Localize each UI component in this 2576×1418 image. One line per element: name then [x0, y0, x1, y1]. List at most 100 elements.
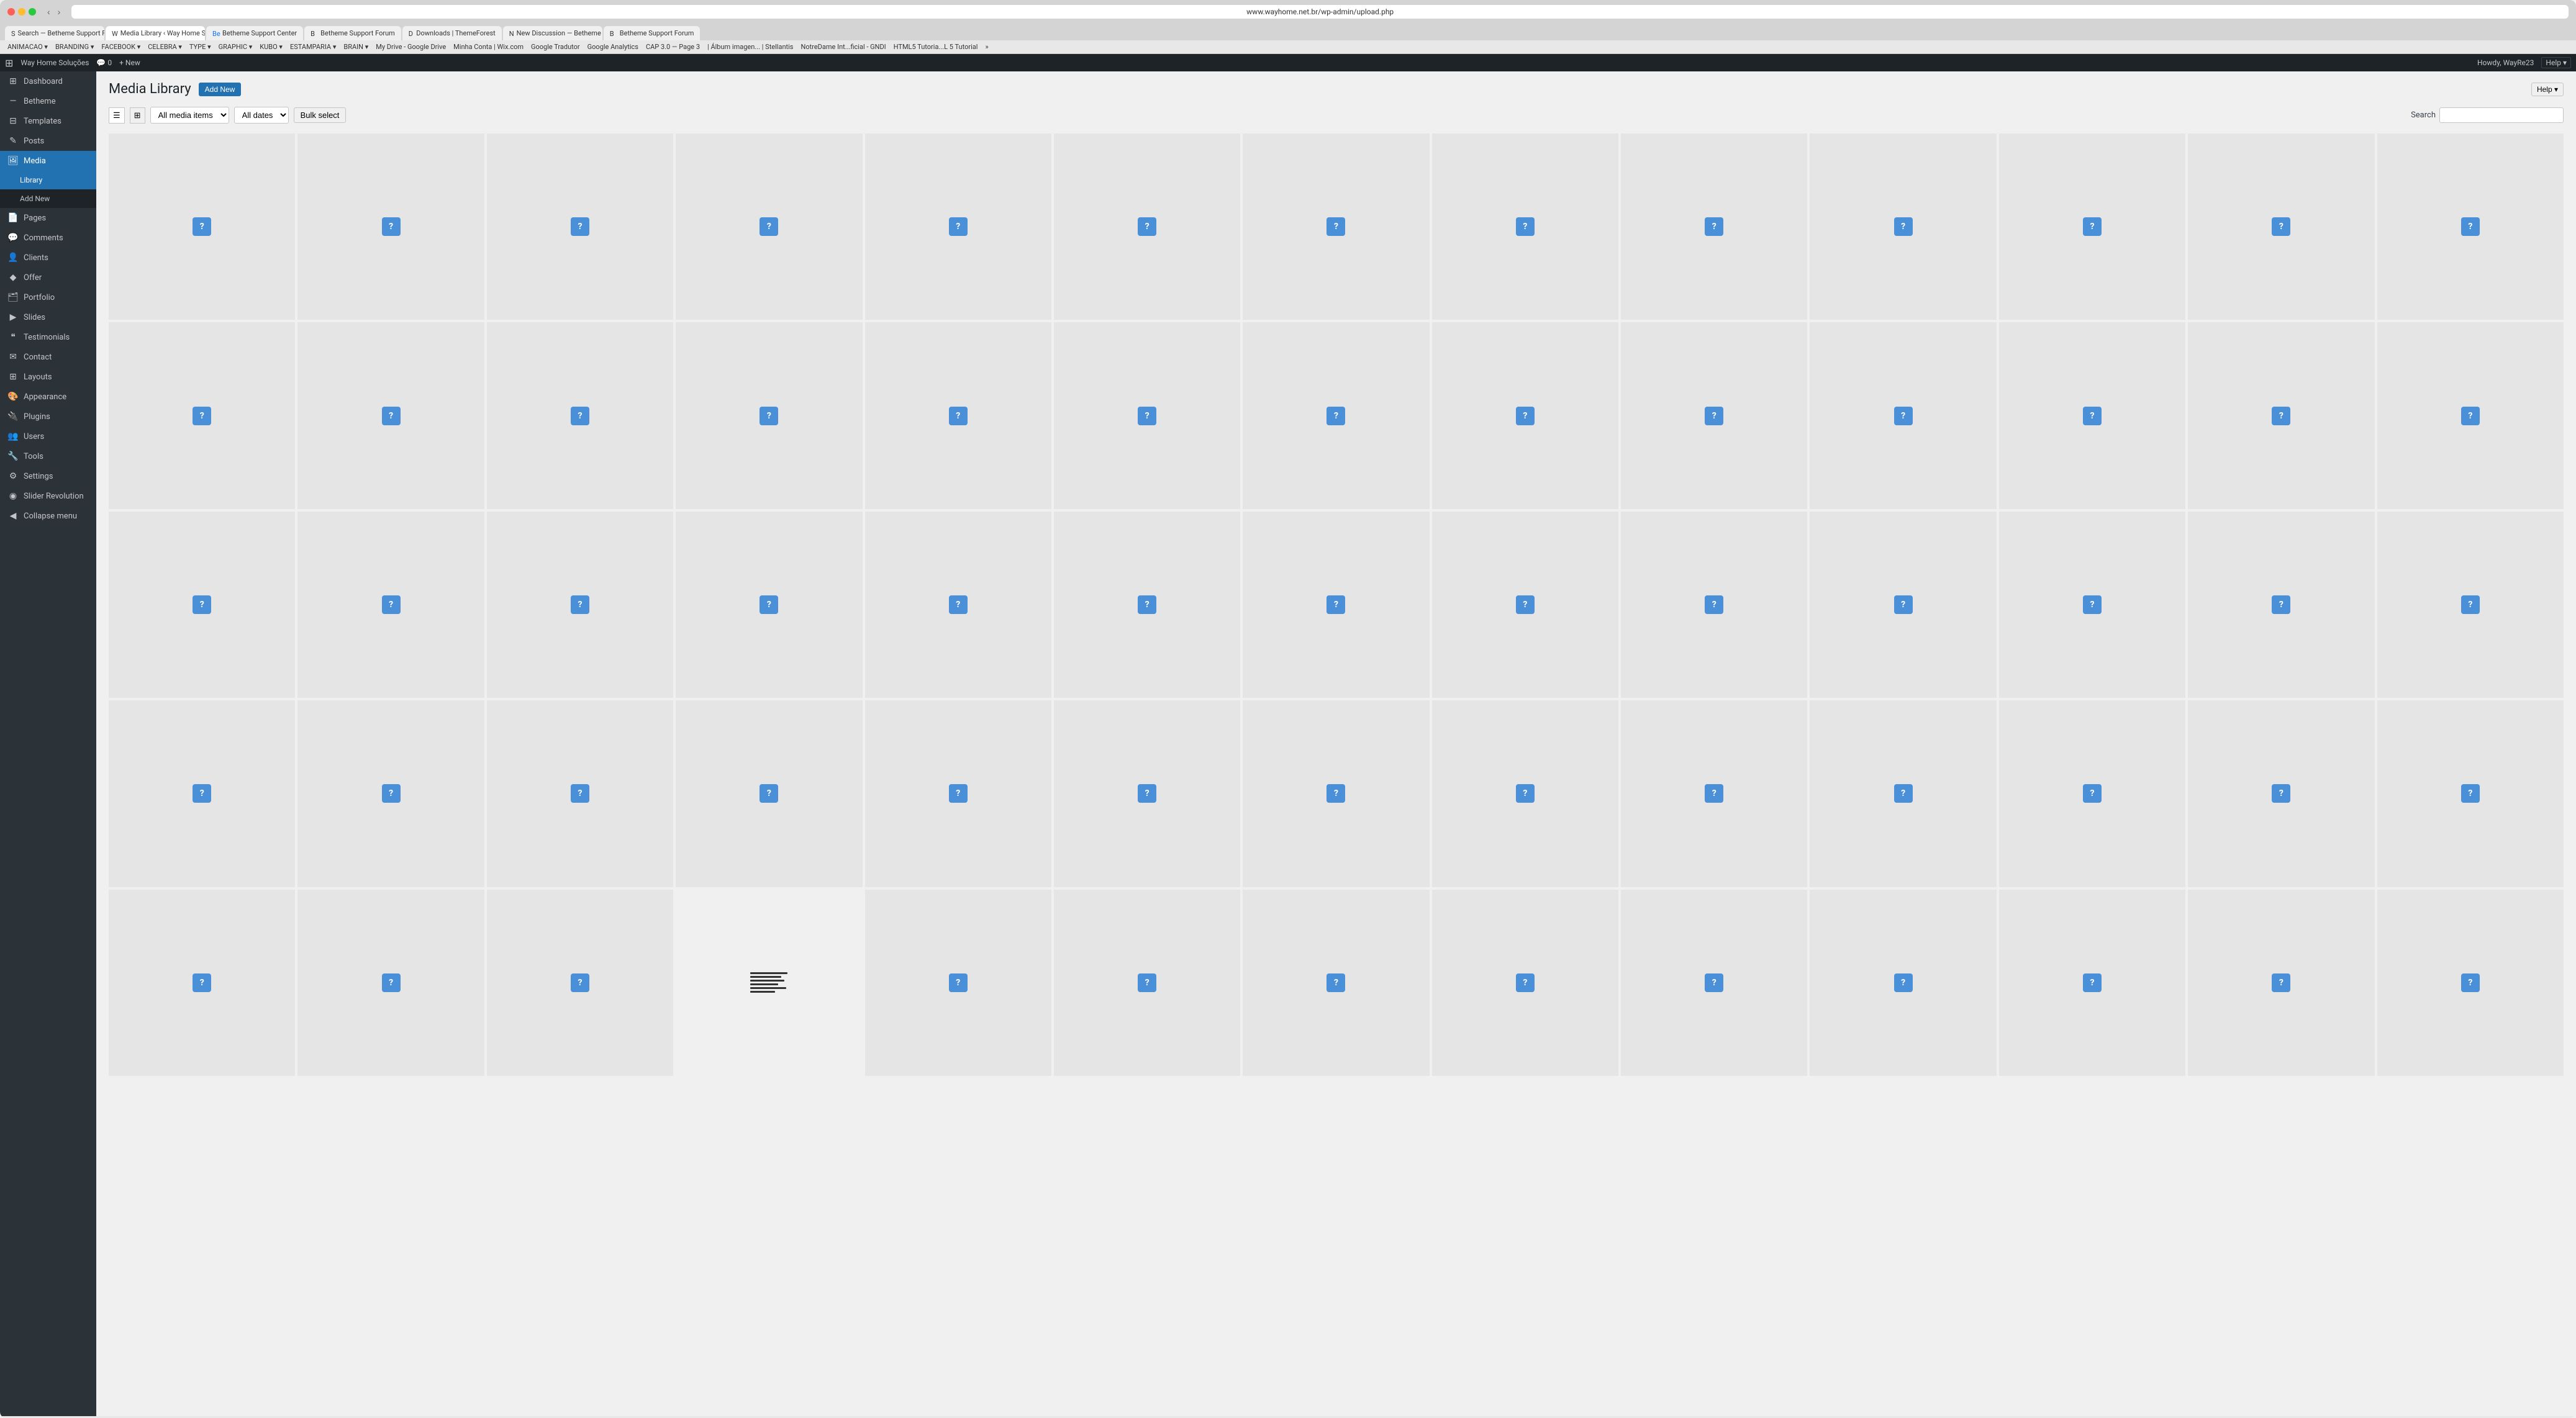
- sidebar-item-comments[interactable]: 💬 Comments: [0, 228, 96, 248]
- media-grid-item[interactable]: ?: [2377, 133, 2564, 320]
- close-button[interactable]: [7, 8, 15, 16]
- media-grid-item[interactable]: ?: [1243, 133, 1429, 320]
- sidebar-item-templates[interactable]: ⊟ Templates: [0, 111, 96, 131]
- bookmark-more[interactable]: »: [985, 43, 988, 51]
- bookmark-branding[interactable]: BRANDING ▾: [55, 43, 94, 51]
- media-grid-item[interactable]: ?: [297, 700, 484, 887]
- media-grid-item[interactable]: ?: [865, 322, 1051, 508]
- tab-betheme-forum-2[interactable]: B Betheme Support Forum: [604, 26, 701, 40]
- media-grid-item[interactable]: ?: [1243, 322, 1429, 508]
- sidebar-item-dashboard[interactable]: ⊞ Dashboard: [0, 71, 96, 91]
- media-grid-item[interactable]: ?: [1054, 890, 1240, 1076]
- media-grid-item[interactable]: ?: [1621, 322, 1807, 508]
- media-grid-item[interactable]: ?: [1054, 322, 1240, 508]
- media-grid-item[interactable]: ?: [1999, 133, 2185, 320]
- media-grid-item[interactable]: ?: [1999, 700, 2185, 887]
- media-grid-item[interactable]: ?: [1810, 133, 1996, 320]
- sidebar-item-offer[interactable]: ◆ Offer: [0, 268, 96, 287]
- sidebar-item-media[interactable]: 🖼 Media: [0, 151, 96, 171]
- media-grid-item[interactable]: ?: [109, 322, 295, 508]
- media-grid-item[interactable]: ?: [487, 322, 673, 508]
- sidebar-item-clients[interactable]: 👤 Clients: [0, 248, 96, 268]
- media-grid-item[interactable]: ?: [297, 890, 484, 1076]
- sidebar-item-appearance[interactable]: 🎨 Appearance: [0, 387, 96, 407]
- maximize-button[interactable]: [29, 8, 36, 16]
- media-grid-item[interactable]: ?: [676, 133, 862, 320]
- bookmark-google-translate[interactable]: Google Tradutor: [531, 43, 580, 51]
- bookmark-estamparia[interactable]: ESTAMPARIA ▾: [290, 43, 336, 51]
- sidebar-item-pages[interactable]: 📄 Pages: [0, 208, 96, 228]
- bookmark-html5[interactable]: HTML5 Tutoria...L 5 Tutorial: [894, 43, 978, 51]
- tab-media-library[interactable]: W Media Library ‹ Way Home Soluções —...: [106, 26, 205, 40]
- sidebar-item-users[interactable]: 👥 Users: [0, 427, 96, 446]
- bookmark-cap[interactable]: CAP 3.0 — Page 3: [646, 43, 700, 51]
- media-grid-item[interactable]: ?: [2188, 133, 2374, 320]
- sidebar-item-add-new[interactable]: Add New: [0, 189, 96, 208]
- media-grid-item[interactable]: [676, 890, 862, 1076]
- tab-new-discussion[interactable]: N New Discussion — Betheme Support Fo...: [503, 26, 602, 40]
- media-grid-item[interactable]: ?: [487, 890, 673, 1076]
- media-grid-item[interactable]: ?: [2188, 322, 2374, 508]
- sidebar-item-slider-revolution[interactable]: ◉ Slider Revolution: [0, 486, 96, 506]
- bookmark-brain[interactable]: BRAIN ▾: [343, 43, 368, 51]
- address-bar[interactable]: www.wayhome.net.br/wp-admin/upload.php: [71, 5, 2569, 19]
- toolbar-help[interactable]: Help ▾: [2541, 57, 2571, 68]
- sidebar-item-collapse[interactable]: ◀ Collapse menu: [0, 506, 96, 526]
- media-grid-item[interactable]: ?: [297, 133, 484, 320]
- media-grid-item[interactable]: ?: [1054, 133, 1240, 320]
- media-grid-item[interactable]: ?: [487, 700, 673, 887]
- sidebar-item-posts[interactable]: ✎ Posts: [0, 131, 96, 151]
- sidebar-item-slides[interactable]: ▶ Slides: [0, 307, 96, 327]
- media-grid-item[interactable]: ?: [109, 133, 295, 320]
- media-grid-item[interactable]: ?: [1243, 700, 1429, 887]
- media-grid-item[interactable]: ?: [1054, 512, 1240, 698]
- media-grid-item[interactable]: ?: [1999, 322, 2185, 508]
- bookmark-kubo[interactable]: KUBO ▾: [260, 43, 283, 51]
- media-grid-item[interactable]: ?: [865, 512, 1051, 698]
- media-grid-item[interactable]: ?: [1621, 700, 1807, 887]
- media-grid-item[interactable]: ?: [2188, 512, 2374, 698]
- bookmark-google-analytics[interactable]: Google Analytics: [587, 43, 638, 51]
- media-grid-item[interactable]: ?: [2188, 890, 2374, 1076]
- media-grid-item[interactable]: ?: [297, 512, 484, 698]
- sidebar-item-plugins[interactable]: 🔌 Plugins: [0, 407, 96, 427]
- media-grid-item[interactable]: ?: [1243, 890, 1429, 1076]
- media-grid-item[interactable]: ?: [2377, 322, 2564, 508]
- media-grid-item[interactable]: ?: [1432, 700, 1618, 887]
- bookmark-facebook[interactable]: FACEBOOK ▾: [101, 43, 140, 51]
- media-grid-item[interactable]: ?: [2377, 890, 2564, 1076]
- media-grid-item[interactable]: ?: [1999, 512, 2185, 698]
- help-button[interactable]: Help ▾: [2531, 83, 2564, 96]
- media-grid-item[interactable]: ?: [487, 512, 673, 698]
- media-grid-item[interactable]: ?: [2377, 512, 2564, 698]
- sidebar-item-contact[interactable]: ✉ Contact: [0, 347, 96, 367]
- media-grid-item[interactable]: ?: [487, 133, 673, 320]
- media-grid-item[interactable]: ?: [2188, 700, 2374, 887]
- media-grid-item[interactable]: ?: [1810, 512, 1996, 698]
- media-grid-item[interactable]: ?: [865, 890, 1051, 1076]
- list-view-button[interactable]: ☰: [109, 107, 125, 124]
- bookmark-wix[interactable]: Minha Conta | Wix.com: [453, 43, 524, 51]
- sidebar-item-betheme[interactable]: — Betheme: [0, 91, 96, 111]
- sidebar-item-library[interactable]: Library: [0, 171, 96, 189]
- media-grid-item[interactable]: ?: [109, 512, 295, 698]
- toolbar-user[interactable]: Howdy, WayRe23: [2477, 58, 2534, 67]
- bookmark-graphic[interactable]: GRAPHIC ▾: [219, 43, 253, 51]
- bookmark-album[interactable]: | Álbum imagen... | Stellantis: [707, 43, 793, 51]
- media-grid-item[interactable]: ?: [1432, 322, 1618, 508]
- media-grid-item[interactable]: ?: [1810, 700, 1996, 887]
- bulk-select-button[interactable]: Bulk select: [294, 107, 347, 123]
- bookmark-notredame[interactable]: NotreDame Int...ficial - GNDI: [800, 43, 886, 51]
- bookmark-animacao[interactable]: ANIMACAO ▾: [7, 43, 48, 51]
- bookmark-type[interactable]: TYPE ▾: [189, 43, 211, 51]
- media-grid-item[interactable]: ?: [1999, 890, 2185, 1076]
- back-button[interactable]: ‹: [45, 6, 53, 18]
- sidebar-item-settings[interactable]: ⚙ Settings: [0, 466, 96, 486]
- media-grid-item[interactable]: ?: [109, 890, 295, 1076]
- media-grid-item[interactable]: ?: [1243, 512, 1429, 698]
- date-filter[interactable]: All dates: [234, 107, 289, 124]
- sidebar-item-portfolio[interactable]: 🗂 Portfolio: [0, 287, 96, 307]
- media-grid-item[interactable]: ?: [1621, 890, 1807, 1076]
- grid-view-button[interactable]: ⊞: [130, 107, 145, 124]
- tab-search-betheme[interactable]: S Search — Betheme Support Forum: [5, 26, 104, 40]
